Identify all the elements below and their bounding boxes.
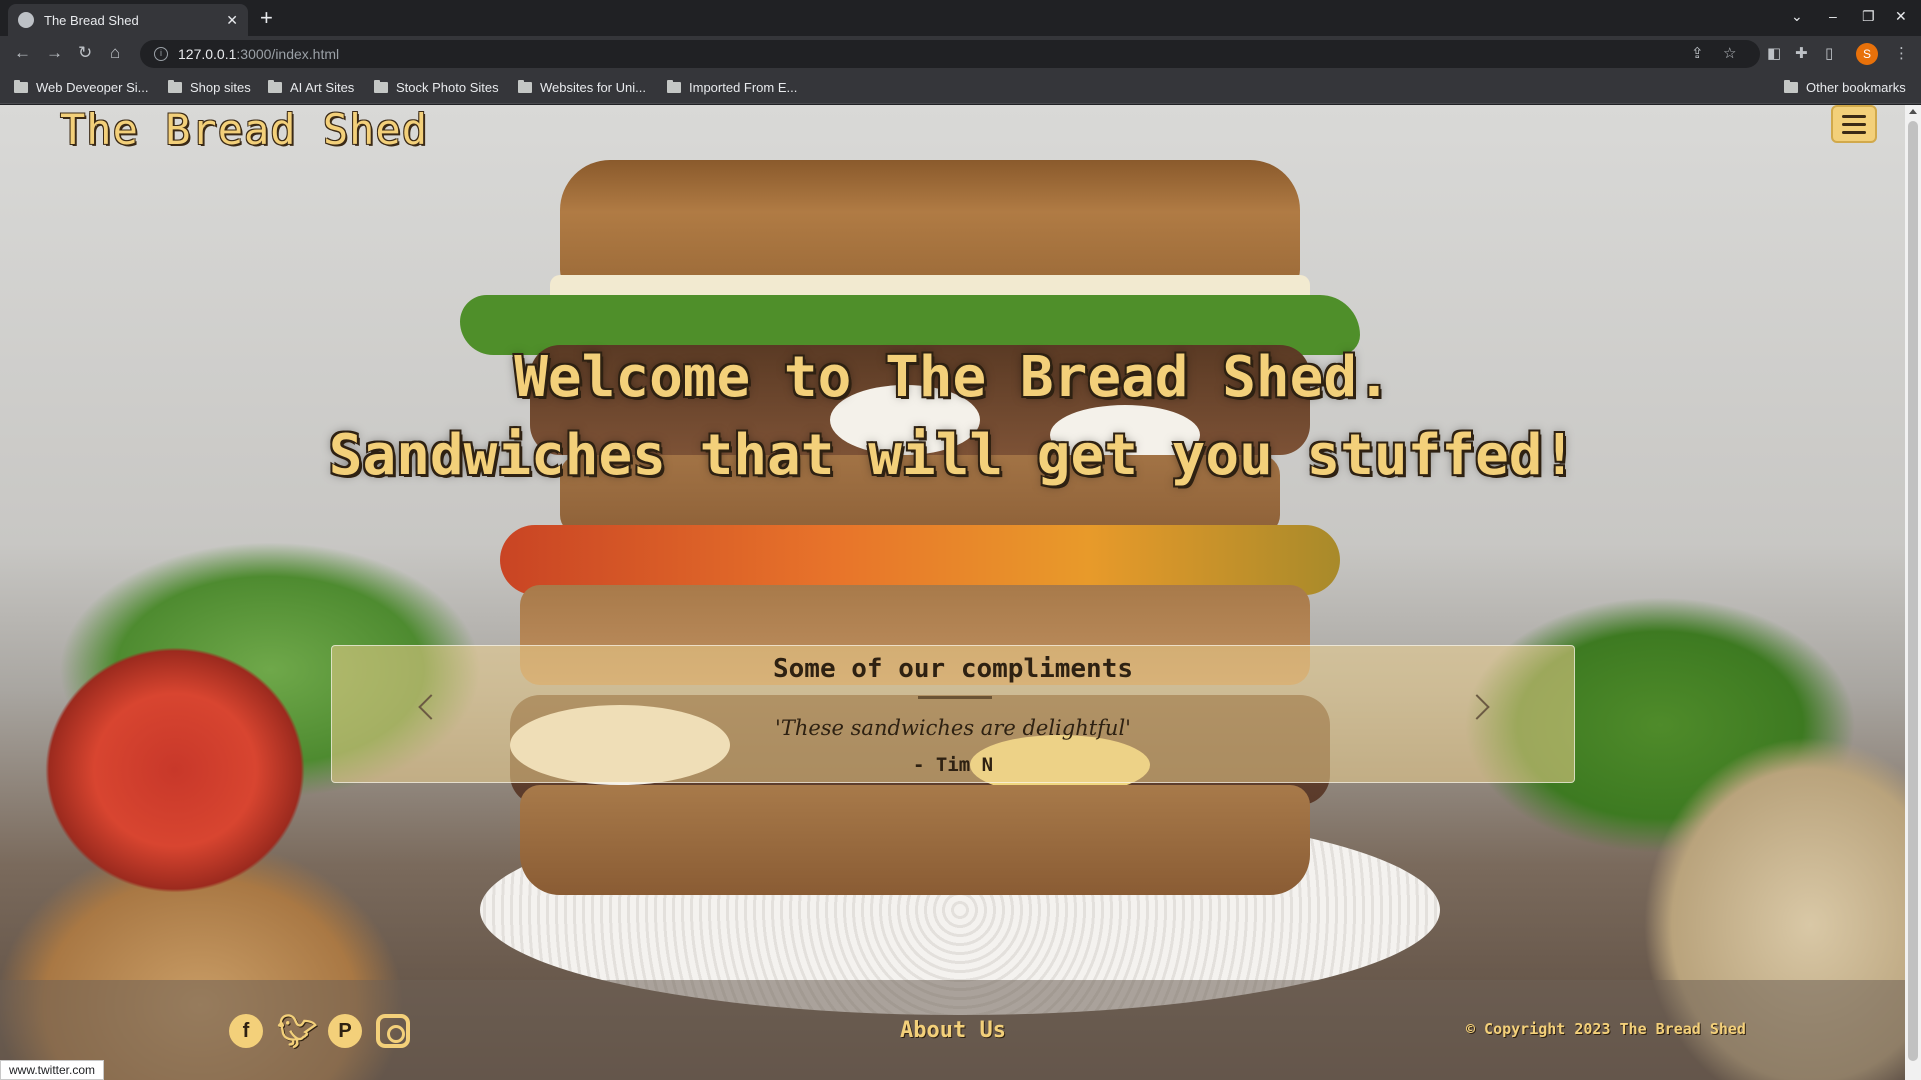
profile-avatar[interactable]: S [1856,43,1878,65]
site-logo-title[interactable]: The Bread Shed [60,105,428,161]
bookmark-folder[interactable]: Stock Photo Sites [374,80,499,95]
bookmark-folder[interactable]: AI Art Sites [268,80,354,95]
testimonial-heading: Some of our compliments [772,654,1134,684]
folder-icon [168,80,182,93]
heading-divider [918,696,992,699]
scroll-up-icon[interactable] [1909,109,1917,114]
copyright-text: © Copyright 2023 The Bread Shed [1466,1020,1746,1038]
globe-icon [18,12,34,28]
hamburger-bar [1842,123,1866,126]
bookmarks-bar: Web Deveoper Si... Shop sites AI Art Sit… [0,72,1921,104]
hamburger-bar [1842,131,1866,134]
forward-icon[interactable]: → [46,43,63,63]
tab-title: The Bread Shed [44,12,139,28]
share-icon[interactable]: ⇪ [1691,44,1704,62]
folder-icon [1784,80,1798,93]
side-panel-icon[interactable]: ▯ [1825,44,1833,62]
address-bar[interactable]: i 127.0.0.1 :3000/index.html [140,40,1760,68]
bookmark-star-icon[interactable]: ☆ [1723,44,1736,62]
site-footer: f 🐦︎ P About Us © Copyright 2023 The Bre… [0,980,1905,1080]
folder-icon [14,80,28,93]
back-icon[interactable]: ← [14,43,31,63]
bookmark-folder[interactable]: Websites for Uni... [518,80,646,95]
restore-icon[interactable]: ❐ [1862,8,1875,25]
hamburger-bar [1842,115,1866,118]
hero-heading: Welcome to The Bread Shed. [514,345,1391,410]
testimonial-quote: 'These sandwiches are delightful' [775,716,1131,740]
facebook-icon[interactable]: f [229,1014,263,1048]
folder-icon [268,80,282,93]
page-scrollbar[interactable] [1905,105,1921,1080]
pinterest-icon[interactable]: P [328,1014,362,1048]
bookmark-folder[interactable]: Imported From E... [667,80,797,95]
twitter-icon[interactable]: 🐦︎ [277,1014,318,1048]
tab-search-icon[interactable]: ⌄ [1791,8,1803,25]
window-close-icon[interactable]: ✕ [1895,8,1907,25]
link-status-bubble: www.twitter.com [0,1060,105,1080]
folder-icon [518,80,532,93]
hamburger-menu-button[interactable] [1831,105,1877,143]
close-tab-icon[interactable]: ✕ [226,12,238,29]
new-tab-button[interactable]: + [260,6,273,30]
browser-toolbar: ← → ↻ ⌂ i 127.0.0.1 :3000/index.html [0,36,1921,72]
scrollbar-thumb[interactable] [1908,121,1918,1061]
folder-icon [374,80,388,93]
hero-subheading: Sandwiches that will get you stuffed! [328,423,1577,488]
extensions-puzzle-icon[interactable]: ✚ [1795,44,1808,62]
url-path: :3000/index.html [236,46,340,62]
reload-icon[interactable]: ↻ [78,43,92,63]
bookmark-folder[interactable]: Web Deveoper Si... [14,80,148,95]
page-viewport: The Bread Shed Welcome to The Bread Shed… [0,105,1905,1080]
folder-icon [667,80,681,93]
home-icon[interactable]: ⌂ [110,43,120,63]
browser-tab[interactable]: The Bread Shed ✕ [8,4,248,36]
about-us-link[interactable]: About Us [900,1018,1006,1043]
extension-icon[interactable]: ◧ [1767,44,1781,62]
bookmark-folder[interactable]: Shop sites [168,80,251,95]
testimonial-author: - Tim N [912,754,994,776]
instagram-icon[interactable] [376,1014,410,1048]
browser-tab-strip: The Bread Shed ✕ + ⌄ – ❐ ✕ [0,0,1921,36]
other-bookmarks[interactable]: Other bookmarks [1784,80,1906,95]
testimonial-carousel: Some of our compliments 'These sandwiche… [331,645,1575,783]
site-info-icon[interactable]: i [154,47,168,61]
browser-menu-icon[interactable]: ⋮ [1894,44,1909,62]
url-host: 127.0.0.1 [178,46,237,62]
sandwich-hero-image [460,155,1390,1015]
minimize-icon[interactable]: – [1829,8,1837,24]
